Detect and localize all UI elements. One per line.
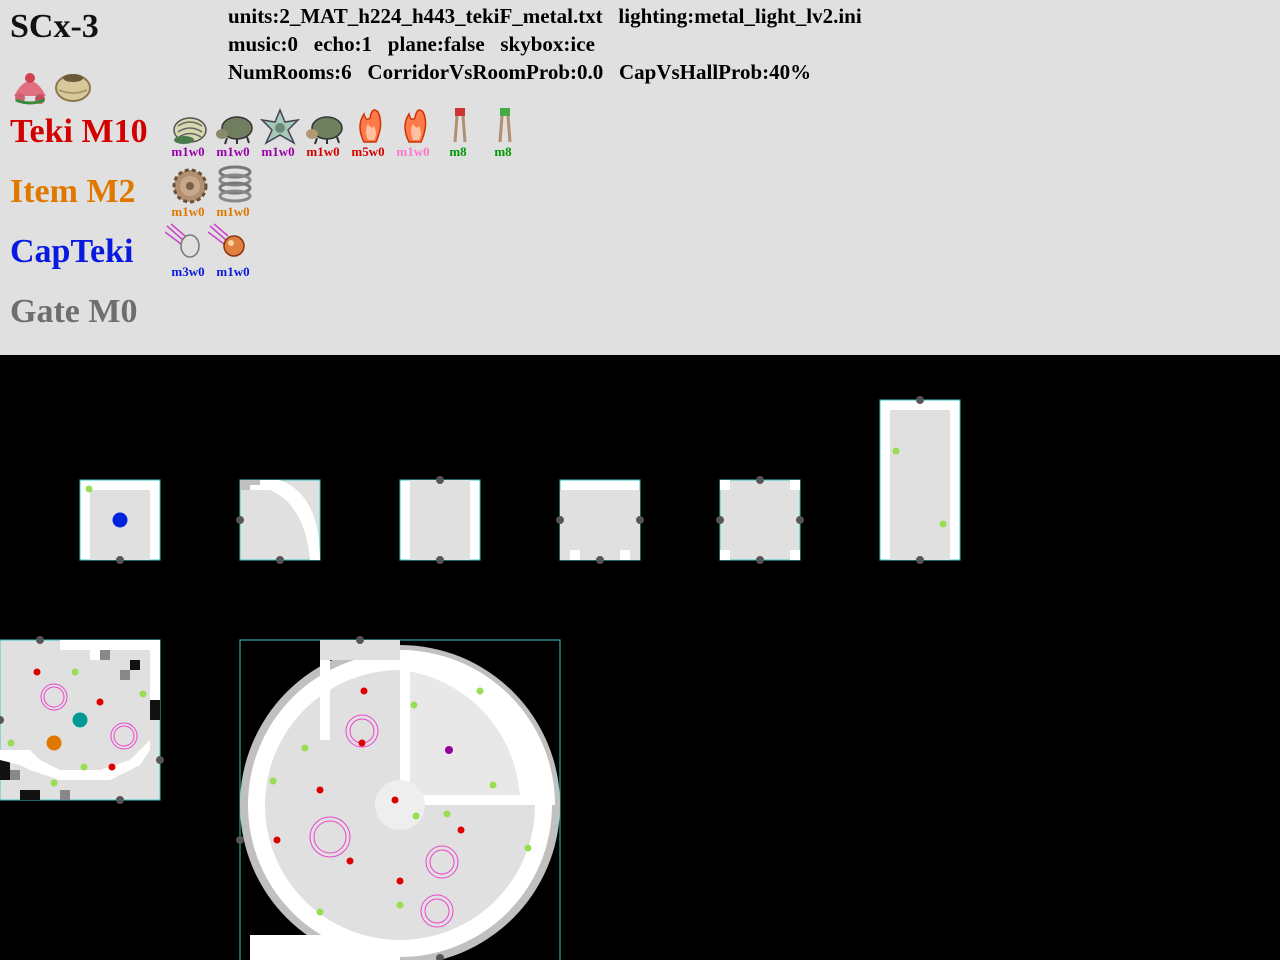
- red-stalk-plant-icon: [453, 108, 467, 143]
- teki-category-label: Teki M10: [10, 113, 148, 150]
- plant-spawn-marker: [489, 781, 497, 789]
- capteki-category-label: CapTeki: [10, 233, 134, 270]
- enemy-spawn-marker: [396, 877, 404, 885]
- item-category-label: Item M2: [10, 173, 136, 210]
- ship-spawn-marker: [112, 512, 128, 528]
- plant-spawn-marker: [301, 744, 309, 752]
- enemy-spawn-marker: [360, 687, 368, 695]
- cave-units-canvas: [0, 396, 961, 960]
- teki-spawn-label: m5w0: [351, 144, 385, 159]
- spring-treasure-icon: [218, 165, 252, 203]
- capteki-spawn-label: m1w0: [216, 264, 250, 279]
- snail-shell-icon: [173, 117, 207, 144]
- door-marker: [356, 636, 364, 644]
- enemy-spawn-marker: [96, 698, 104, 706]
- falling-egg-icon: [165, 223, 200, 258]
- teki-spawn-label: m1w0: [306, 144, 340, 159]
- teki-spawn-label: m1w0: [216, 144, 250, 159]
- info-line-music: music:0 echo:1 plane:false skybox:ice: [228, 32, 595, 56]
- plant-spawn-marker: [410, 701, 418, 709]
- item-spawn-marker: [46, 735, 62, 751]
- gear-treasure-icon: [172, 168, 208, 204]
- teki-spawn-label: m1w0: [171, 144, 205, 159]
- door-marker: [436, 556, 444, 564]
- door-marker: [116, 556, 124, 564]
- info-line-units: units:2_MAT_h224_h443_tekiF_metal.txt li…: [228, 4, 862, 28]
- room-small-unit: [0, 636, 164, 804]
- room-round-unit: [236, 636, 561, 960]
- capteki-spawn-label: m3w0: [171, 264, 205, 279]
- enemy-spawn-marker: [391, 796, 399, 804]
- enemy-spawn-marker: [358, 739, 366, 747]
- door-marker: [916, 396, 924, 404]
- plant-spawn-marker: [80, 763, 88, 771]
- hall-straight-unit: [399, 476, 481, 564]
- plant-spawn-marker: [316, 908, 324, 916]
- special-spawn-marker: [445, 746, 453, 754]
- plant-spawn-marker: [412, 812, 420, 820]
- item-spawn-label: m1w0: [171, 204, 205, 219]
- info-line-rooms: NumRooms:6 CorridorVsRoomProb:0.0 CapVsH…: [228, 60, 812, 84]
- door-marker: [236, 836, 244, 844]
- enemy-spawn-marker: [346, 857, 354, 865]
- door-marker: [756, 556, 764, 564]
- door-marker: [756, 476, 764, 484]
- beetle-icon: [216, 116, 253, 145]
- teki-spawn-label: m1w0: [261, 144, 295, 159]
- door-marker: [276, 556, 284, 564]
- enemy-spawn-marker: [316, 786, 324, 794]
- plant-spawn-marker: [7, 739, 15, 747]
- plant-spawn-marker: [939, 520, 947, 528]
- plant-spawn-marker: [443, 810, 451, 818]
- hall-tee-unit: [556, 479, 644, 564]
- door-marker: [716, 516, 724, 524]
- plant-spawn-marker: [71, 668, 79, 676]
- plant-spawn-marker: [524, 844, 532, 852]
- door-marker: [796, 516, 804, 524]
- door-marker: [116, 796, 124, 804]
- door-marker: [556, 516, 564, 524]
- door-marker: [636, 516, 644, 524]
- enemy-spawn-marker: [457, 826, 465, 834]
- flower-treasure-icon: [14, 73, 46, 105]
- sublevel-info-panel: SCx-3 units:2_MAT_h224_h443_tekiF_metal.…: [0, 0, 1280, 355]
- teki-spawn-label: m8: [494, 144, 512, 159]
- plant-spawn-marker: [396, 901, 404, 909]
- sublevel-title: SCx-3: [10, 8, 99, 45]
- star-crab-icon: [260, 108, 300, 145]
- cap-unit-curve: [236, 479, 321, 564]
- teki-spawn-label: m1w0: [396, 144, 430, 159]
- plant-spawn-marker: [85, 485, 93, 493]
- door-marker: [36, 636, 44, 644]
- door-marker: [436, 476, 444, 484]
- capteki-spawn-marker: [72, 712, 88, 728]
- cave-map-preview: [0, 355, 1280, 960]
- green-stalk-plant-icon: [498, 108, 512, 143]
- cap-unit-start: [79, 479, 161, 564]
- enemy-spawn-marker: [273, 836, 281, 844]
- beetle-icon: [306, 116, 343, 145]
- enemy-spawn-marker: [108, 763, 116, 771]
- plant-spawn-marker: [476, 687, 484, 695]
- plant-spawn-marker: [269, 777, 277, 785]
- teki-spawn-label: m8: [449, 144, 467, 159]
- door-marker: [596, 556, 604, 564]
- hall-long-unit: [879, 396, 961, 564]
- enemy-spawn-marker: [33, 668, 41, 676]
- item-spawn-label: m1w0: [216, 204, 250, 219]
- falling-bomb-icon: [208, 223, 245, 257]
- gate-category-label: Gate M0: [10, 293, 138, 330]
- door-marker: [156, 756, 164, 764]
- pot-treasure-icon: [55, 74, 91, 102]
- plant-spawn-marker: [50, 779, 58, 787]
- hall-cross-unit: [716, 476, 804, 564]
- door-marker: [236, 516, 244, 524]
- plant-spawn-marker: [892, 447, 900, 455]
- plant-spawn-marker: [139, 690, 147, 698]
- fire-geyser-icon: [404, 109, 427, 143]
- door-marker: [916, 556, 924, 564]
- fire-geyser-icon: [359, 109, 382, 143]
